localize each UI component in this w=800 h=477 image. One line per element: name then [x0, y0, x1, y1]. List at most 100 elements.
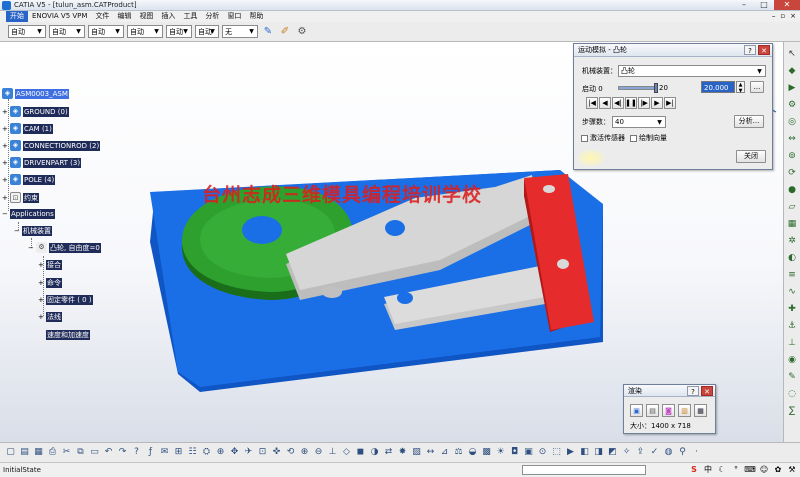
lamp-icon[interactable]: ✧: [620, 446, 633, 459]
cylindrical-joint-icon[interactable]: ⊚: [786, 150, 798, 162]
expand-plus-icon[interactable]: +: [2, 176, 8, 183]
collapse-minus-icon[interactable]: −: [28, 244, 34, 251]
tree-item-drivenpart[interactable]: + ◈ DRIVENPART (3): [2, 157, 82, 168]
constraint-icon[interactable]: ⊕: [214, 446, 227, 459]
expand-plus-icon[interactable]: +: [2, 142, 8, 149]
doc-minimize-button[interactable]: –: [772, 11, 776, 22]
scene-icon[interactable]: ◧: [578, 446, 591, 459]
planar-joint-icon[interactable]: ▱: [786, 201, 798, 213]
simulation-icon[interactable]: ◆: [786, 65, 798, 77]
turntable-icon[interactable]: ⊙: [536, 446, 549, 459]
steps-select[interactable]: 40 ▼: [612, 116, 666, 128]
tree-item-laws[interactable]: + 法线: [38, 312, 62, 322]
comment-icon[interactable]: ✉: [158, 446, 171, 459]
menu-insert[interactable]: 插入: [157, 11, 179, 22]
zoom-out-icon[interactable]: ⊖: [312, 446, 325, 459]
tree-root[interactable]: ◈ ASM0003_ASM: [2, 88, 69, 99]
print-icon[interactable]: ⎙: [46, 446, 59, 459]
zoom-in-icon[interactable]: ⊕: [298, 446, 311, 459]
screw-joint-icon[interactable]: ⟳: [786, 167, 798, 179]
maximize-button[interactable]: □: [754, 0, 774, 10]
menu-edit[interactable]: 编辑: [113, 11, 135, 22]
check-icon[interactable]: ✓: [648, 446, 661, 459]
gear-joint-icon[interactable]: ✲: [786, 235, 798, 247]
rack-joint-icon[interactable]: ≡: [786, 269, 798, 281]
play-forward-icon[interactable]: |▶: [638, 97, 650, 109]
dialog-title-bar[interactable]: 运动模拟 - 凸轮 ? ✕: [574, 44, 772, 57]
punctuation-icon[interactable]: °: [730, 464, 742, 476]
tree-item-constraints[interactable]: + ⊡ 约束: [2, 192, 39, 203]
render-shoot-icon[interactable]: ⬚: [550, 446, 563, 459]
paste-icon[interactable]: ▭: [88, 446, 101, 459]
select-icon[interactable]: ↖: [786, 48, 798, 60]
drive-value-spinner[interactable]: ▲ ▼: [736, 81, 745, 94]
catalog-icon[interactable]: ☷: [186, 446, 199, 459]
moon-icon[interactable]: ☾: [716, 464, 728, 476]
swept-volume-icon[interactable]: ◌: [786, 388, 798, 400]
properties-brush-icon[interactable]: ✐: [278, 25, 292, 39]
lock-icon[interactable]: ◍: [662, 446, 675, 459]
chinese-mode-icon[interactable]: 中: [702, 464, 714, 476]
menu-file[interactable]: 文件: [91, 11, 113, 22]
spacer-icon[interactable]: ·: [690, 446, 703, 459]
painter-icon[interactable]: ✎: [261, 25, 275, 39]
rotate-icon[interactable]: ⟲: [284, 446, 297, 459]
cable-joint-icon[interactable]: ∿: [786, 286, 798, 298]
more-options-button[interactable]: ...: [750, 81, 764, 93]
fill-color-select[interactable]: 自动 ▼: [8, 25, 46, 38]
assembly-icon[interactable]: ⛭: [200, 446, 213, 459]
trace-icon[interactable]: ✎: [786, 371, 798, 383]
law-icon[interactable]: ∑: [786, 405, 798, 417]
step-forward-icon[interactable]: ▶: [651, 97, 663, 109]
video-icon[interactable]: ▶: [564, 446, 577, 459]
tree-item-pole[interactable]: + ◈ POLE (4): [2, 174, 56, 185]
command-input[interactable]: [522, 465, 646, 475]
expand-plus-icon[interactable]: +: [2, 194, 8, 201]
pause-icon[interactable]: ❚❚: [625, 97, 637, 109]
light-icon[interactable]: ☀: [494, 446, 507, 459]
menu-view[interactable]: 视图: [135, 11, 157, 22]
play-backward-icon[interactable]: ◀|: [612, 97, 624, 109]
inertia-icon[interactable]: ⚖: [452, 446, 465, 459]
tree-item-mechanism[interactable]: − ⚙ 凸轮, 自由度=0: [28, 242, 101, 253]
sogou-input-icon[interactable]: S: [688, 464, 700, 476]
skip-to-start-icon[interactable]: |◀: [586, 97, 598, 109]
mechanism-select[interactable]: 凸轮 ▼: [618, 65, 766, 77]
point-symbol-select[interactable]: 自动 ▼: [195, 25, 219, 38]
expand-plus-icon[interactable]: +: [38, 280, 44, 287]
prismatic-joint-icon[interactable]: ⇔: [786, 133, 798, 145]
step-back-icon[interactable]: ◀: [599, 97, 611, 109]
close-button[interactable]: ✕: [774, 0, 800, 10]
tree-item-commands[interactable]: + 命令: [38, 278, 62, 288]
universal-joint-icon[interactable]: ✚: [786, 303, 798, 315]
transparency-select[interactable]: 自动 ▼: [49, 25, 85, 38]
plot-vectors-checkbox[interactable]: [630, 134, 637, 142]
menu-analysis[interactable]: 分析: [201, 11, 223, 22]
tree-item-mechanisms[interactable]: − 机械装置: [14, 226, 52, 236]
render-dialog-title-bar[interactable]: 渲染 ? ✕: [624, 385, 715, 397]
render-settings-icon[interactable]: ▤: [646, 404, 659, 417]
cam-joint-icon[interactable]: ◐: [786, 252, 798, 264]
expand-plus-icon[interactable]: +: [38, 297, 44, 304]
analysis-button[interactable]: 分析...: [734, 115, 764, 128]
formula-icon[interactable]: ƒ: [144, 446, 157, 459]
drive-value-input[interactable]: 20.000: [701, 81, 735, 93]
iso-view-icon[interactable]: ◇: [340, 446, 353, 459]
skin-icon[interactable]: ✿: [772, 464, 784, 476]
revolute-joint-icon[interactable]: ◎: [786, 116, 798, 128]
help-icon[interactable]: ?: [744, 45, 756, 55]
graphic-properties-icon[interactable]: ⚙: [295, 25, 309, 39]
camera-icon[interactable]: ◘: [508, 446, 521, 459]
minimize-button[interactable]: –: [734, 0, 754, 10]
shading-icon[interactable]: ◼: [354, 446, 367, 459]
copy-icon[interactable]: ⧉: [74, 446, 87, 459]
collapse-minus-icon[interactable]: −: [2, 211, 8, 218]
expand-plus-icon[interactable]: +: [38, 262, 44, 269]
doc-close-button[interactable]: ×: [790, 11, 796, 22]
menu-enovia[interactable]: ENOVIA V5 VPM: [28, 11, 91, 22]
tree-item-cam[interactable]: + ◈ CAM (1): [2, 123, 53, 134]
new-icon[interactable]: ▢: [4, 446, 17, 459]
help-icon[interactable]: ?: [687, 386, 699, 396]
render-close-icon[interactable]: ✕: [701, 386, 713, 396]
swap-visible-icon[interactable]: ⇄: [382, 446, 395, 459]
